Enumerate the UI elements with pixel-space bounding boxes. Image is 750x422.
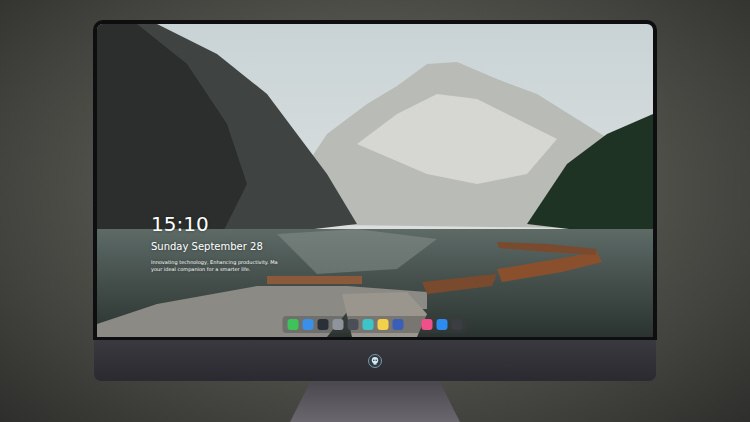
store-icon[interactable] <box>437 319 448 330</box>
dock <box>283 316 468 333</box>
page: 15:10 Sunday September 28 Innovating tec… <box>0 0 750 422</box>
settings-icon[interactable] <box>333 319 344 330</box>
clock-date: Sunday September 28 <box>151 240 278 254</box>
tagline-line: Innovating technology, Enhancing product… <box>151 259 278 266</box>
music-icon[interactable] <box>422 319 433 330</box>
monitor: 15:10 Sunday September 28 Innovating tec… <box>93 20 657 422</box>
lock-screen-info: 15:10 Sunday September 28 Innovating tec… <box>151 212 278 273</box>
screen: 15:10 Sunday September 28 Innovating tec… <box>97 24 653 337</box>
screen-bezel: 15:10 Sunday September 28 Innovating tec… <box>93 20 657 340</box>
clock-time: 15:10 <box>151 212 278 236</box>
tagline-line: your ideal companion for a smarter life. <box>151 266 278 273</box>
camera-icon[interactable] <box>452 319 463 330</box>
photos-icon[interactable] <box>393 319 404 330</box>
notes-icon[interactable] <box>378 319 389 330</box>
monitor-stand <box>290 381 460 422</box>
files-icon[interactable] <box>303 319 314 330</box>
browser-icon[interactable] <box>318 319 329 330</box>
maps-icon[interactable] <box>363 319 374 330</box>
video-icon[interactable] <box>348 319 359 330</box>
monitor-chin <box>94 340 656 381</box>
brand-logo-icon <box>368 354 382 368</box>
messages-icon[interactable] <box>288 319 299 330</box>
wallpaper <box>97 24 653 337</box>
tagline: Innovating technology, Enhancing product… <box>151 259 278 273</box>
